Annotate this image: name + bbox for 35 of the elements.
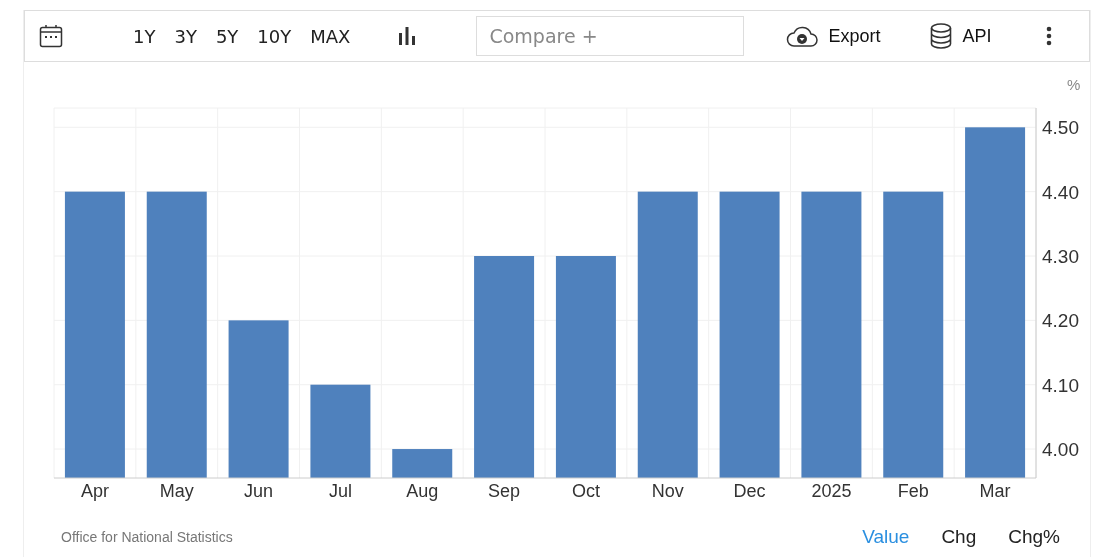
export-button[interactable]: Export: [786, 25, 881, 47]
axis-label: 2025: [811, 481, 852, 501]
axis-label: Aug: [406, 481, 439, 501]
axis-label: 4.40: [1042, 181, 1079, 203]
source-text: Office for National Statistics: [61, 529, 234, 545]
range-button[interactable]: 5Y: [207, 25, 247, 47]
axis-label: 4.20: [1042, 310, 1079, 332]
api-button[interactable]: API: [930, 23, 992, 49]
axis-label: Nov: [651, 481, 684, 501]
axis-label: Oct: [571, 481, 600, 501]
range-button[interactable]: 1Y: [125, 25, 164, 47]
mode-tab[interactable]: Chg%: [1008, 526, 1060, 548]
axis-label: Jul: [328, 481, 352, 501]
bar-chart-icon[interactable]: [398, 27, 417, 45]
axis-label: Feb: [897, 481, 929, 501]
range-button[interactable]: 3Y: [166, 25, 205, 47]
axis-label: Sep: [488, 481, 521, 501]
axis-label: 4.10: [1042, 374, 1079, 396]
axis-label: Jun: [244, 481, 274, 501]
calendar-icon[interactable]: [39, 24, 63, 48]
cloud-download-icon: [786, 25, 819, 47]
more-icon[interactable]: [1045, 26, 1052, 46]
axis-label: Dec: [733, 481, 766, 501]
database-icon: [930, 23, 953, 49]
unit-label: %: [1067, 76, 1081, 93]
axis-label: 4.00: [1042, 439, 1079, 461]
range-button[interactable]: 10Y: [249, 25, 300, 47]
compare-field[interactable]: Compare +: [476, 16, 745, 56]
axis-label: 4.50: [1042, 117, 1079, 139]
axis-label: May: [159, 481, 194, 501]
axis-label: 4.30: [1042, 246, 1079, 267]
axis-label: Apr: [80, 481, 109, 501]
mode-tab[interactable]: Chg: [941, 526, 977, 548]
range-button[interactable]: MAX: [302, 25, 359, 47]
axis-label: Mar: [979, 481, 1011, 501]
